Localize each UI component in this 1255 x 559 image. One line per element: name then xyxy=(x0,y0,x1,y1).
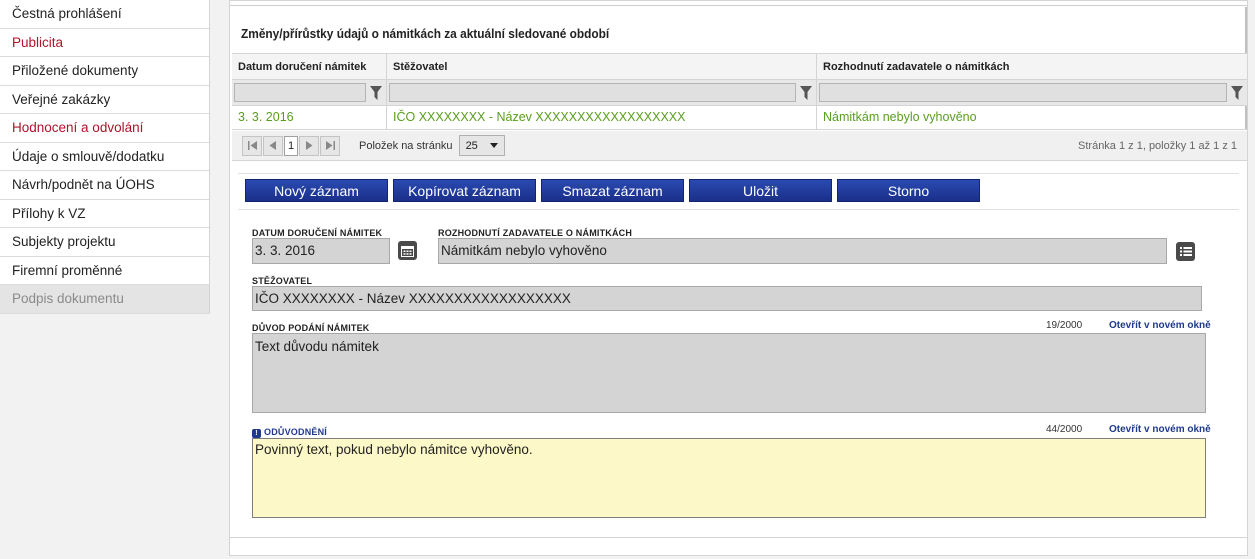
per-page-label: Položek na stránku xyxy=(359,139,453,152)
divider xyxy=(230,537,1247,538)
decision-field[interactable]: Námitkám nebylo vyhověno xyxy=(438,238,1167,264)
table-row[interactable]: 3. 3. 2016 IČO XXXXXXXX - Název XXXXXXXX… xyxy=(232,106,1247,130)
sidebar-item-prilozene-dokumenty[interactable]: Přiložené dokumenty xyxy=(0,57,209,86)
filter-input-complainant[interactable] xyxy=(389,83,796,102)
last-page-icon xyxy=(325,141,335,150)
sidebar: Čestná prohlášení Publicita Přiložené do… xyxy=(0,0,210,314)
sidebar-item-navrh-uohs[interactable]: Návrh/podnět na ÚOHS xyxy=(0,171,209,200)
sidebar-item-subjekty-projektu[interactable]: Subjekty projektu xyxy=(0,228,209,257)
complainant-field[interactable]: IČO XXXXXXXX - Název XXXXXXXXXXXXXXXXXX xyxy=(252,286,1202,311)
column-header-decision[interactable]: Rozhodnutí zadavatele o námitkách xyxy=(817,54,1247,79)
cell-decision: Námitkám nebylo vyhověno xyxy=(823,110,977,124)
filter-cell-decision xyxy=(817,80,1247,105)
section-title: Změny/přírůstky údajů o námitkách za akt… xyxy=(241,27,610,41)
top-divider xyxy=(230,1,1247,6)
chevron-down-icon xyxy=(489,143,498,148)
sidebar-item-verejne-zakazky[interactable]: Veřejné zakázky xyxy=(0,86,209,114)
divider xyxy=(238,173,1239,174)
save-button[interactable]: Uložit xyxy=(689,179,832,202)
funnel-icon[interactable] xyxy=(366,83,386,103)
objections-grid: Datum doručení námitek Stěžovatel Rozhod… xyxy=(232,53,1247,130)
last-page-button[interactable] xyxy=(320,135,340,156)
decision-label: ROZHODNUTÍ ZADAVATELE O NÁMITKÁCH xyxy=(438,228,633,238)
justification-label: ODŮVODNĚNÍ xyxy=(264,427,328,437)
reason-label: DŮVOD PODÁNÍ NÁMITEK xyxy=(252,323,370,333)
funnel-icon[interactable] xyxy=(796,83,816,103)
sidebar-item-podpis-dokumentu: Podpis dokumentu xyxy=(0,285,209,314)
first-page-icon xyxy=(247,141,257,150)
sidebar-item-hodnoceni-a-odvolani[interactable]: Hodnocení a odvolání xyxy=(0,114,209,143)
per-page-value: 25 xyxy=(465,139,478,152)
reason-char-counter: 19/2000 xyxy=(1046,320,1083,331)
cell-date: 3. 3. 2016 xyxy=(232,106,387,129)
new-record-button[interactable]: Nový záznam xyxy=(245,179,388,202)
column-header-complainant[interactable]: Stěžovatel xyxy=(387,54,817,79)
calendar-icon xyxy=(401,245,414,257)
current-page-input[interactable]: 1 xyxy=(284,135,298,156)
sidebar-item-udaje-o-smlouve[interactable]: Údaje o smlouvě/dodatku xyxy=(0,143,209,171)
pager-info: Stránka 1 z 1, položky 1 až 1 z 1 xyxy=(1078,139,1237,152)
justification-label-wrap: ! ODŮVODNĚNÍ xyxy=(252,427,327,438)
sidebar-item-publicita[interactable]: Publicita xyxy=(0,29,209,57)
reason-textarea[interactable]: Text důvodu námitek xyxy=(252,333,1206,413)
funnel-icon[interactable] xyxy=(1227,83,1247,103)
cancel-button[interactable]: Storno xyxy=(837,179,980,202)
filter-cell-complainant xyxy=(387,80,817,105)
cell-complainant: IČO XXXXXXXX - Název XXXXXXXXXXXXXXXXXX xyxy=(387,106,817,129)
list-button[interactable] xyxy=(1176,242,1195,261)
complainant-label: STĚŽOVATEL xyxy=(252,276,313,286)
sidebar-item-firemni-promenne[interactable]: Firemní proměnné xyxy=(0,257,209,285)
grid-header: Datum doručení námitek Stěžovatel Rozhod… xyxy=(232,53,1247,80)
chevron-left-icon xyxy=(269,141,276,150)
divider xyxy=(238,209,1239,210)
info-icon: ! xyxy=(252,429,261,438)
per-page-select[interactable]: 25 xyxy=(458,135,505,156)
delete-record-button[interactable]: Smazat záznam xyxy=(541,179,684,202)
prev-page-button[interactable] xyxy=(263,135,283,156)
list-icon xyxy=(1179,247,1192,256)
main-panel: Změny/přírůstky údajů o námitkách za akt… xyxy=(229,0,1248,556)
next-page-button[interactable] xyxy=(299,135,319,156)
filter-cell-date xyxy=(232,80,387,105)
date-field[interactable]: 3. 3. 2016 xyxy=(252,238,390,264)
grid-pager: 1 Položek na stránku 25 Stránka 1 z 1, p… xyxy=(232,131,1247,161)
filter-input-date[interactable] xyxy=(234,83,366,102)
filter-input-decision[interactable] xyxy=(819,83,1227,102)
justification-char-counter: 44/2000 xyxy=(1046,424,1083,435)
grid-filter-row xyxy=(232,80,1247,106)
chevron-right-icon xyxy=(306,141,313,150)
justification-textarea[interactable]: Povinný text, pokud nebylo námitce vyhov… xyxy=(252,438,1206,518)
justification-open-new-window-link[interactable]: Otevřít v novém okně xyxy=(1109,424,1211,435)
copy-record-button[interactable]: Kopírovat záznam xyxy=(393,179,536,202)
reason-open-new-window-link[interactable]: Otevřít v novém okně xyxy=(1109,320,1211,331)
date-label: DATUM DORUČENÍ NÁMITEK xyxy=(252,228,383,238)
toolbar: Nový záznam Kopírovat záznam Smazat zázn… xyxy=(245,179,985,202)
calendar-button[interactable] xyxy=(398,241,417,260)
column-header-date[interactable]: Datum doručení námitek xyxy=(232,54,387,79)
sidebar-item-cestna-prohlaseni[interactable]: Čestná prohlášení xyxy=(0,0,209,29)
sidebar-item-prilohy-k-vz[interactable]: Přílohy k VZ xyxy=(0,200,209,228)
first-page-button[interactable] xyxy=(242,135,262,156)
